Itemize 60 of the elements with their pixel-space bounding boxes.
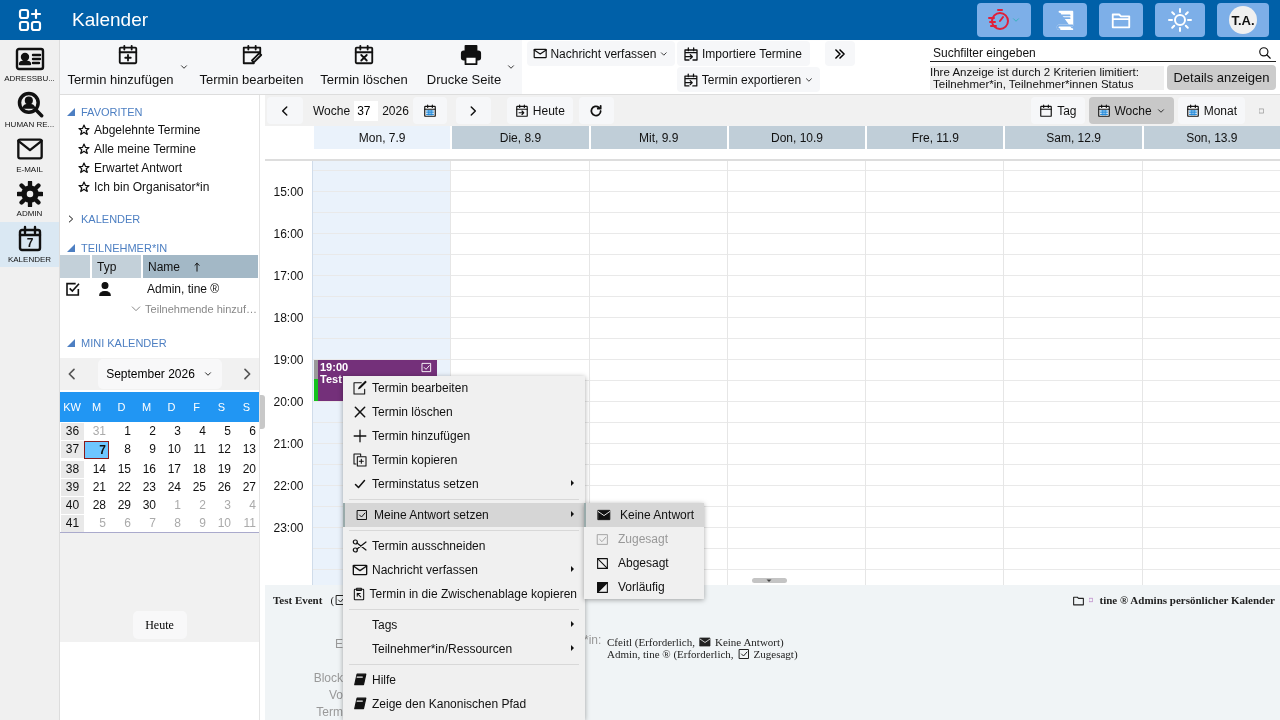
time-label: 19:00: [272, 353, 305, 369]
day-heading: Sam, 12.9: [1003, 126, 1142, 149]
field-label: Vo: [329, 687, 343, 702]
avatar: T.A.: [1229, 6, 1257, 34]
time-label: 20:00: [272, 395, 305, 411]
attendee-text: Admin, tine ® (Erforderlich,: [607, 647, 734, 660]
week-label: Woche: [313, 103, 351, 118]
event-title: Test: [320, 373, 342, 385]
time-label: 22:00: [272, 479, 305, 495]
calendar-name: tine ® Admins persönlicher Kalender: [1099, 594, 1275, 606]
event-title: Test Event: [273, 594, 323, 606]
time-label: 16:00: [272, 227, 305, 243]
attendee-text: Cfeitl (Erforderlich,: [607, 635, 695, 648]
time-label: 18:00: [272, 311, 305, 327]
app-nav-label: HUMAN RE...: [4, 120, 55, 129]
year-label: 2026: [382, 103, 409, 118]
field-label: Term: [316, 704, 343, 719]
table-cell: Admin, tine ®: [142, 278, 259, 299]
time-label: 17:00: [272, 269, 305, 285]
section-title: MINI KALENDER: [81, 337, 167, 349]
section-title: TEILNEHMER*IN: [81, 242, 168, 254]
day-heading: Son, 13.9: [1141, 126, 1280, 149]
app-title: Kalender: [72, 9, 149, 31]
app-nav-label: E-MAIL: [16, 165, 43, 174]
app-nav-label: ADMIN: [16, 209, 43, 218]
day-heading: Die, 8.9: [450, 126, 589, 149]
section-title: KALENDER: [81, 213, 141, 225]
time-label: 21:00: [272, 437, 305, 453]
weekday-heading: M: [84, 392, 109, 422]
field-label: *in:: [584, 632, 602, 647]
weekday-heading: F: [184, 392, 209, 422]
week-number: 40: [61, 497, 84, 514]
weekday-heading: S: [234, 392, 259, 422]
weekday-heading: S: [209, 392, 234, 422]
filter-notice: Ihre Anzeige ist durch 2 Kriterien limitiert: Teilnehmer*in, Teilnehmer*innen Status: [930, 65, 1164, 90]
week-number: 38: [61, 461, 84, 478]
time-label: 23:00: [272, 521, 305, 537]
event-time: 19:00: [320, 361, 349, 373]
app-nav-label: ADRESSBU...: [4, 74, 55, 83]
time-label: 15:00: [272, 185, 305, 201]
app-nav-label: KALENDER: [7, 255, 52, 264]
section-title: FAVORITEN: [81, 106, 143, 118]
weekday-heading: KW: [60, 392, 84, 422]
day-heading: Don, 10.9: [726, 126, 866, 149]
weekday-heading: D: [109, 392, 134, 422]
week-number: 39: [61, 479, 84, 496]
week-number: 36: [61, 423, 84, 440]
calendar-icon: 7: [16, 225, 43, 253]
day-heading: Fre, 11.9: [865, 126, 1004, 149]
day-heading: Mon, 7.9: [312, 126, 451, 149]
week-number: 37: [61, 441, 84, 458]
field-label: Block: [313, 670, 343, 685]
weekday-heading: D: [159, 392, 184, 422]
weekday-heading: M: [134, 392, 159, 422]
day-heading: Mit, 9.9: [588, 126, 727, 149]
field-label: E: [335, 636, 343, 651]
week-number: 41: [61, 515, 84, 532]
status-paren: (: [330, 594, 335, 606]
attendee-status: Keine Antwort): [714, 635, 784, 648]
attendee-status: Zugesagt): [753, 647, 798, 660]
